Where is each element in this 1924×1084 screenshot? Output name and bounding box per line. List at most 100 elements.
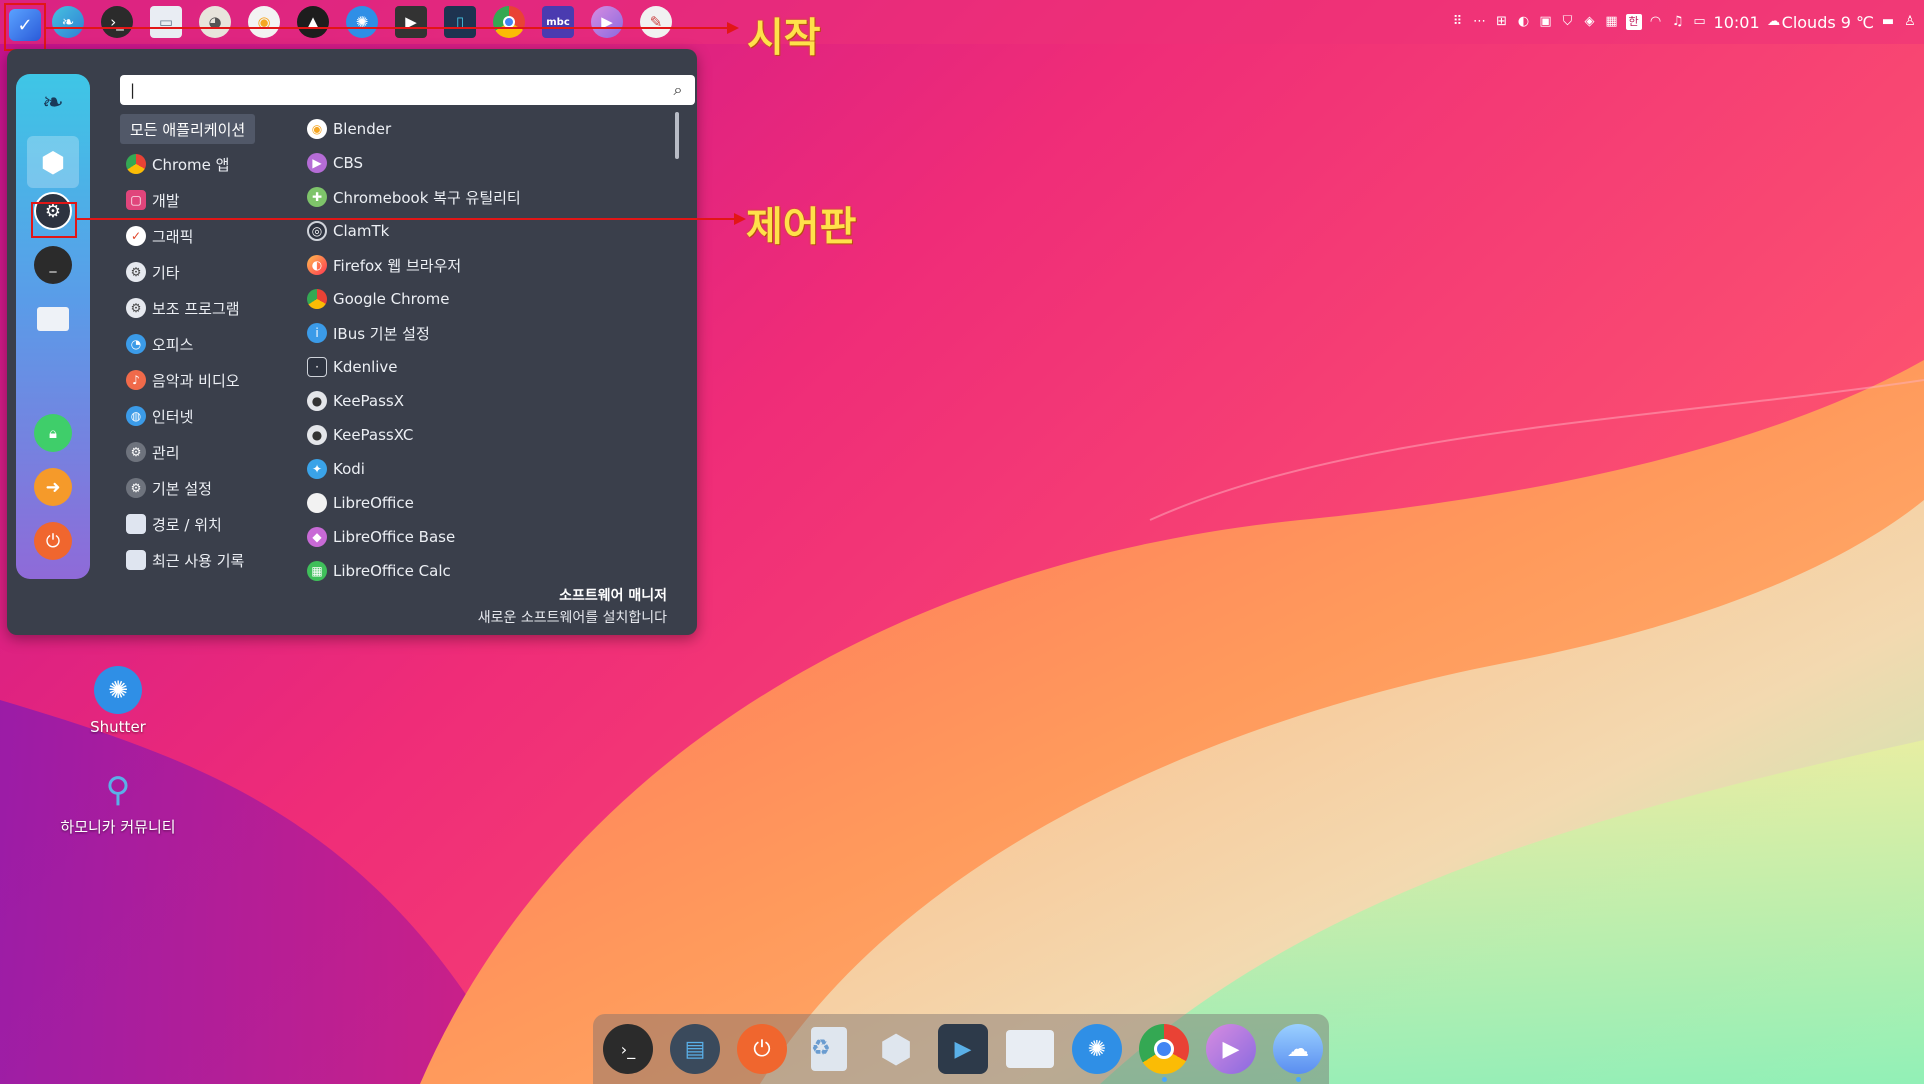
gimp-launcher[interactable]: ◕ xyxy=(199,6,231,38)
category-internet[interactable]: ◍ 인터넷 xyxy=(120,401,193,431)
user-icon[interactable]: ♙ xyxy=(1902,14,1918,30)
globe-icon: ◍ xyxy=(126,406,146,426)
app-ibus-preferences[interactable]: i IBus 기본 설정 xyxy=(307,318,430,348)
dock-terminal[interactable]: ›_ xyxy=(603,1024,653,1074)
input-method-icon[interactable]: 한 xyxy=(1625,14,1642,30)
desktop-icon-hamonikr-community[interactable]: ⚲ 하모니카 커뮤니티 xyxy=(58,766,178,836)
shutter-launcher[interactable]: ✺ xyxy=(346,6,378,38)
hamonikr-launcher[interactable]: ❧ xyxy=(52,6,84,38)
desktop-icon-shutter[interactable]: ✺ Shutter xyxy=(58,666,178,736)
battery-icon[interactable]: ▭ xyxy=(1692,14,1708,30)
app-label: KeePassXC xyxy=(333,426,414,444)
app-firefox[interactable]: ◐ Firefox 웹 브라우저 xyxy=(307,250,461,280)
application-list-scrollbar[interactable] xyxy=(675,112,679,159)
inkscape-launcher[interactable]: ▲ xyxy=(297,6,329,38)
libreoffice-writer-launcher[interactable]: ▯ xyxy=(444,6,476,38)
kdenlive-launcher[interactable]: ▶ xyxy=(395,6,427,38)
category-recent-files[interactable]: 최근 사용 기록 xyxy=(120,545,244,575)
sidebar-lock-screen[interactable]: 🔒︎ xyxy=(34,414,72,452)
app-chromebook-recovery[interactable]: ✚ Chromebook 복구 유틸리티 xyxy=(307,182,521,212)
app-kdenlive[interactable]: · Kdenlive xyxy=(307,352,398,382)
monitor-icon[interactable]: ▦ xyxy=(1604,14,1620,30)
cbs-launcher[interactable]: ▶ xyxy=(591,6,623,38)
hamonikr-tray-icon[interactable]: ◐ xyxy=(1516,14,1532,30)
dock-screen-recorder[interactable]: ▶ xyxy=(938,1024,988,1074)
category-all-applications[interactable]: 모든 애플리케이션 xyxy=(120,114,256,144)
app-libreoffice-calc[interactable]: ▦ LibreOffice Calc xyxy=(307,556,451,584)
category-accessories[interactable]: ⚙ 보조 프로그램 xyxy=(120,293,240,323)
app-google-chrome[interactable]: Google Chrome xyxy=(307,284,450,314)
category-label: 그래픽 xyxy=(152,227,194,246)
window-icon[interactable]: ⊞ xyxy=(1494,14,1510,30)
dock-weather[interactable]: ☁ xyxy=(1273,1024,1323,1074)
start-icon: ✓ xyxy=(9,9,41,41)
sidebar-logout[interactable]: ➜ xyxy=(34,468,72,506)
dock-files[interactable] xyxy=(1005,1024,1055,1074)
more-icon[interactable]: ⋯ xyxy=(1472,14,1488,30)
chrome-icon xyxy=(1154,1039,1174,1059)
terminal-icon: _ xyxy=(49,257,57,273)
footer-title: 소프트웨어 매니저 xyxy=(559,588,667,604)
sidebar-software-manager[interactable]: ⬢ xyxy=(27,136,79,188)
category-administration[interactable]: ⚙ 관리 xyxy=(120,437,180,467)
dock-google-chrome[interactable] xyxy=(1139,1024,1189,1074)
wifi-icon[interactable]: ◠ xyxy=(1648,14,1664,30)
mbc-launcher[interactable]: mbc xyxy=(542,6,574,38)
dock-software-manager[interactable]: ⬢ xyxy=(871,1024,921,1074)
kdenlive-icon: · xyxy=(307,357,327,377)
category-office[interactable]: ◔ 오피스 xyxy=(120,329,193,359)
terminal-launcher[interactable]: ›_ xyxy=(101,6,133,38)
app-label: Firefox 웹 브라우저 xyxy=(333,256,462,275)
category-label: 관리 xyxy=(152,443,180,462)
chrome-launcher[interactable] xyxy=(493,6,525,38)
gear-icon: ⚙ xyxy=(126,298,146,318)
text-editor-launcher[interactable]: ✎ xyxy=(640,6,672,38)
category-label: 기본 설정 xyxy=(152,479,212,498)
category-other[interactable]: ⚙ 기타 xyxy=(120,257,180,287)
app-libreoffice[interactable]: LibreOffice xyxy=(307,488,414,518)
search-icon[interactable]: ⌕ xyxy=(667,78,689,102)
display-icon[interactable]: ▬ xyxy=(1880,14,1896,30)
sidebar-files[interactable] xyxy=(34,300,72,338)
dock-shutter[interactable]: ✺ xyxy=(1072,1024,1122,1074)
app-blender[interactable]: ◉ Blender xyxy=(307,114,391,144)
sidebar-shutdown[interactable]: ⏻ xyxy=(34,522,72,560)
update-icon[interactable]: ◈ xyxy=(1582,14,1598,30)
music-icon[interactable]: ♫ xyxy=(1670,14,1686,30)
app-clamtk[interactable]: ◎ ClamTk xyxy=(307,216,389,246)
shield-icon[interactable]: ⛉ xyxy=(1560,14,1576,30)
dock-screenshot[interactable]: ▤ xyxy=(670,1024,720,1074)
dock-cbs-player[interactable]: ▶ xyxy=(1206,1024,1256,1074)
app-cbs[interactable]: ▶ CBS xyxy=(307,148,363,178)
category-graphics[interactable]: ✓ 그래픽 xyxy=(120,221,193,251)
category-development[interactable]: ▢ 개발 xyxy=(120,185,180,215)
dock-power[interactable]: ⏻ xyxy=(737,1024,787,1074)
app-keepassx[interactable]: ● KeePassX xyxy=(307,386,404,416)
office-icon: ◔ xyxy=(126,334,146,354)
blender-launcher[interactable]: ◉ xyxy=(248,6,280,38)
dock-trash[interactable]: ♻ xyxy=(804,1024,854,1074)
folder-icon xyxy=(126,514,146,534)
clipboard-icon[interactable]: ▣ xyxy=(1538,14,1554,30)
category-preferences[interactable]: ⚙ 기본 설정 xyxy=(120,473,212,503)
category-chrome-apps[interactable]: Chrome 앱 xyxy=(120,149,229,179)
weather-text[interactable]: Clouds 9 ℃ xyxy=(1782,13,1874,32)
clock[interactable]: 10:01 xyxy=(1714,13,1760,32)
sidebar-hamonikr[interactable]: ❧ xyxy=(34,84,72,122)
control-panel-highlight xyxy=(31,202,77,238)
app-label: ClamTk xyxy=(333,222,390,240)
menu-search-input[interactable] xyxy=(120,75,695,105)
sidebar-terminal[interactable]: _ xyxy=(34,246,72,284)
category-sound-video[interactable]: ♪ 음악과 비디오 xyxy=(120,365,240,395)
running-indicator xyxy=(1162,1077,1167,1082)
category-places[interactable]: 경로 / 위치 xyxy=(120,509,222,539)
app-keepassxc[interactable]: ● KeePassXC xyxy=(307,420,413,450)
cloud-icon: ☁ xyxy=(1767,14,1781,29)
terminal-icon: ›_ xyxy=(620,1039,636,1059)
app-libreoffice-base[interactable]: ◆ LibreOffice Base xyxy=(307,522,455,552)
file-manager-launcher[interactable]: ▭ xyxy=(150,6,182,38)
apps-grid-icon[interactable]: ⠿ xyxy=(1450,14,1466,30)
app-kodi[interactable]: ✦ Kodi xyxy=(307,454,365,484)
start-annotation-label: 시작 xyxy=(747,15,821,61)
start-menu-button[interactable]: ✓ xyxy=(4,3,46,51)
